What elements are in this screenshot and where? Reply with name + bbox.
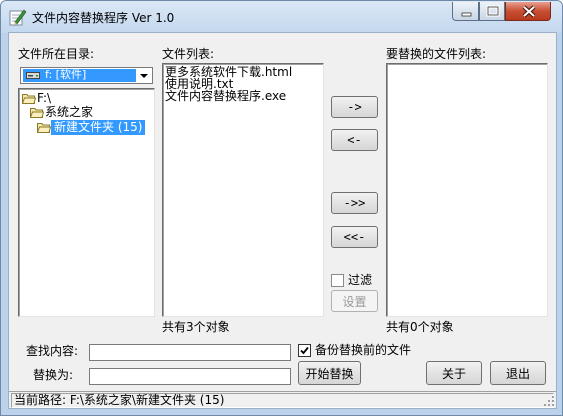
resize-grip-icon[interactable] [543, 395, 555, 407]
file-count-text: 共有3个对象 [162, 320, 230, 334]
close-icon [522, 5, 536, 18]
find-label: 查找内容: [26, 344, 79, 358]
client-area: 文件所在目录: f: [软件] F:\ 系统之家 新建文件夹 (15) 文件列表… [8, 32, 557, 409]
minimize-icon [461, 12, 472, 17]
drive-selected-value: f: [软件] [23, 68, 136, 82]
status-bar: 当前路径: F:\系统之家\新建文件夹 (15) [9, 391, 556, 408]
tree-item-level2-selected[interactable]: 新建文件夹 (15) [37, 120, 157, 135]
filter-label: 过滤 [348, 273, 373, 287]
replace-label: 替换为: [33, 368, 74, 382]
tree-item-level1[interactable]: 系统之家 [30, 105, 150, 120]
directory-tree[interactable]: F:\ 系统之家 新建文件夹 (15) [18, 88, 155, 317]
remove-all-button[interactable]: <<- [331, 226, 378, 248]
replace-count-text: 共有0个对象 [386, 320, 454, 334]
replace-list-label: 要替换的文件列表: [386, 47, 487, 61]
checkmark-icon [300, 346, 309, 355]
find-input[interactable] [89, 344, 291, 361]
status-path-text: 当前路径: F:\系统之家\新建文件夹 (15) [14, 393, 225, 407]
tree-item-label: F:\ [37, 91, 52, 105]
close-button[interactable] [505, 2, 551, 21]
maximize-button[interactable] [479, 2, 505, 21]
drive-dropdown-button[interactable] [137, 69, 151, 82]
title-bar[interactable]: 文件内容替换程序 Ver 1.0 [1, 1, 562, 33]
replace-file-list[interactable] [386, 63, 548, 317]
file-list-label: 文件列表: [162, 47, 215, 61]
filter-checkbox[interactable] [331, 274, 344, 287]
directory-label: 文件所在目录: [18, 47, 95, 61]
about-button[interactable]: 关于 [426, 361, 482, 385]
tree-item-root[interactable]: F:\ [22, 91, 142, 106]
list-item[interactable]: 文件内容替换程序.exe [165, 90, 286, 102]
app-window: 文件内容替换程序 Ver 1.0 文件所在目录: f: [软件] F:\ 系统之… [0, 0, 563, 416]
file-list[interactable]: 更多系统软件下载.html 使用说明.txt 文件内容替换程序.exe [162, 63, 324, 317]
start-replace-button[interactable]: 开始替换 [298, 361, 361, 385]
replace-input[interactable] [89, 368, 291, 385]
open-folder-icon [37, 123, 51, 133]
backup-checkbox[interactable] [298, 344, 311, 357]
drive-selected-text: f: [软件] [45, 68, 87, 81]
status-panel: 当前路径: F:\系统之家\新建文件夹 (15) [11, 393, 554, 408]
open-folder-icon [30, 108, 44, 118]
maximize-icon [486, 5, 500, 17]
add-all-button[interactable]: ->> [331, 192, 378, 214]
backup-label: 备份替换前的文件 [315, 343, 412, 357]
chevron-down-icon [140, 74, 148, 78]
exit-button[interactable]: 退出 [490, 361, 546, 385]
settings-button[interactable]: 设置 [331, 290, 378, 312]
drive-selector[interactable]: f: [软件] [20, 67, 153, 84]
tree-item-label: 新建文件夹 (15) [51, 120, 146, 135]
app-pencil-icon [9, 9, 27, 26]
minimize-button[interactable] [452, 2, 479, 21]
tree-item-label: 系统之家 [45, 105, 94, 119]
window-title: 文件内容替换程序 Ver 1.0 [32, 11, 175, 25]
open-folder-icon [22, 94, 36, 104]
add-button[interactable]: -> [331, 96, 378, 118]
drive-icon [26, 72, 40, 79]
remove-button[interactable]: <- [331, 129, 378, 151]
